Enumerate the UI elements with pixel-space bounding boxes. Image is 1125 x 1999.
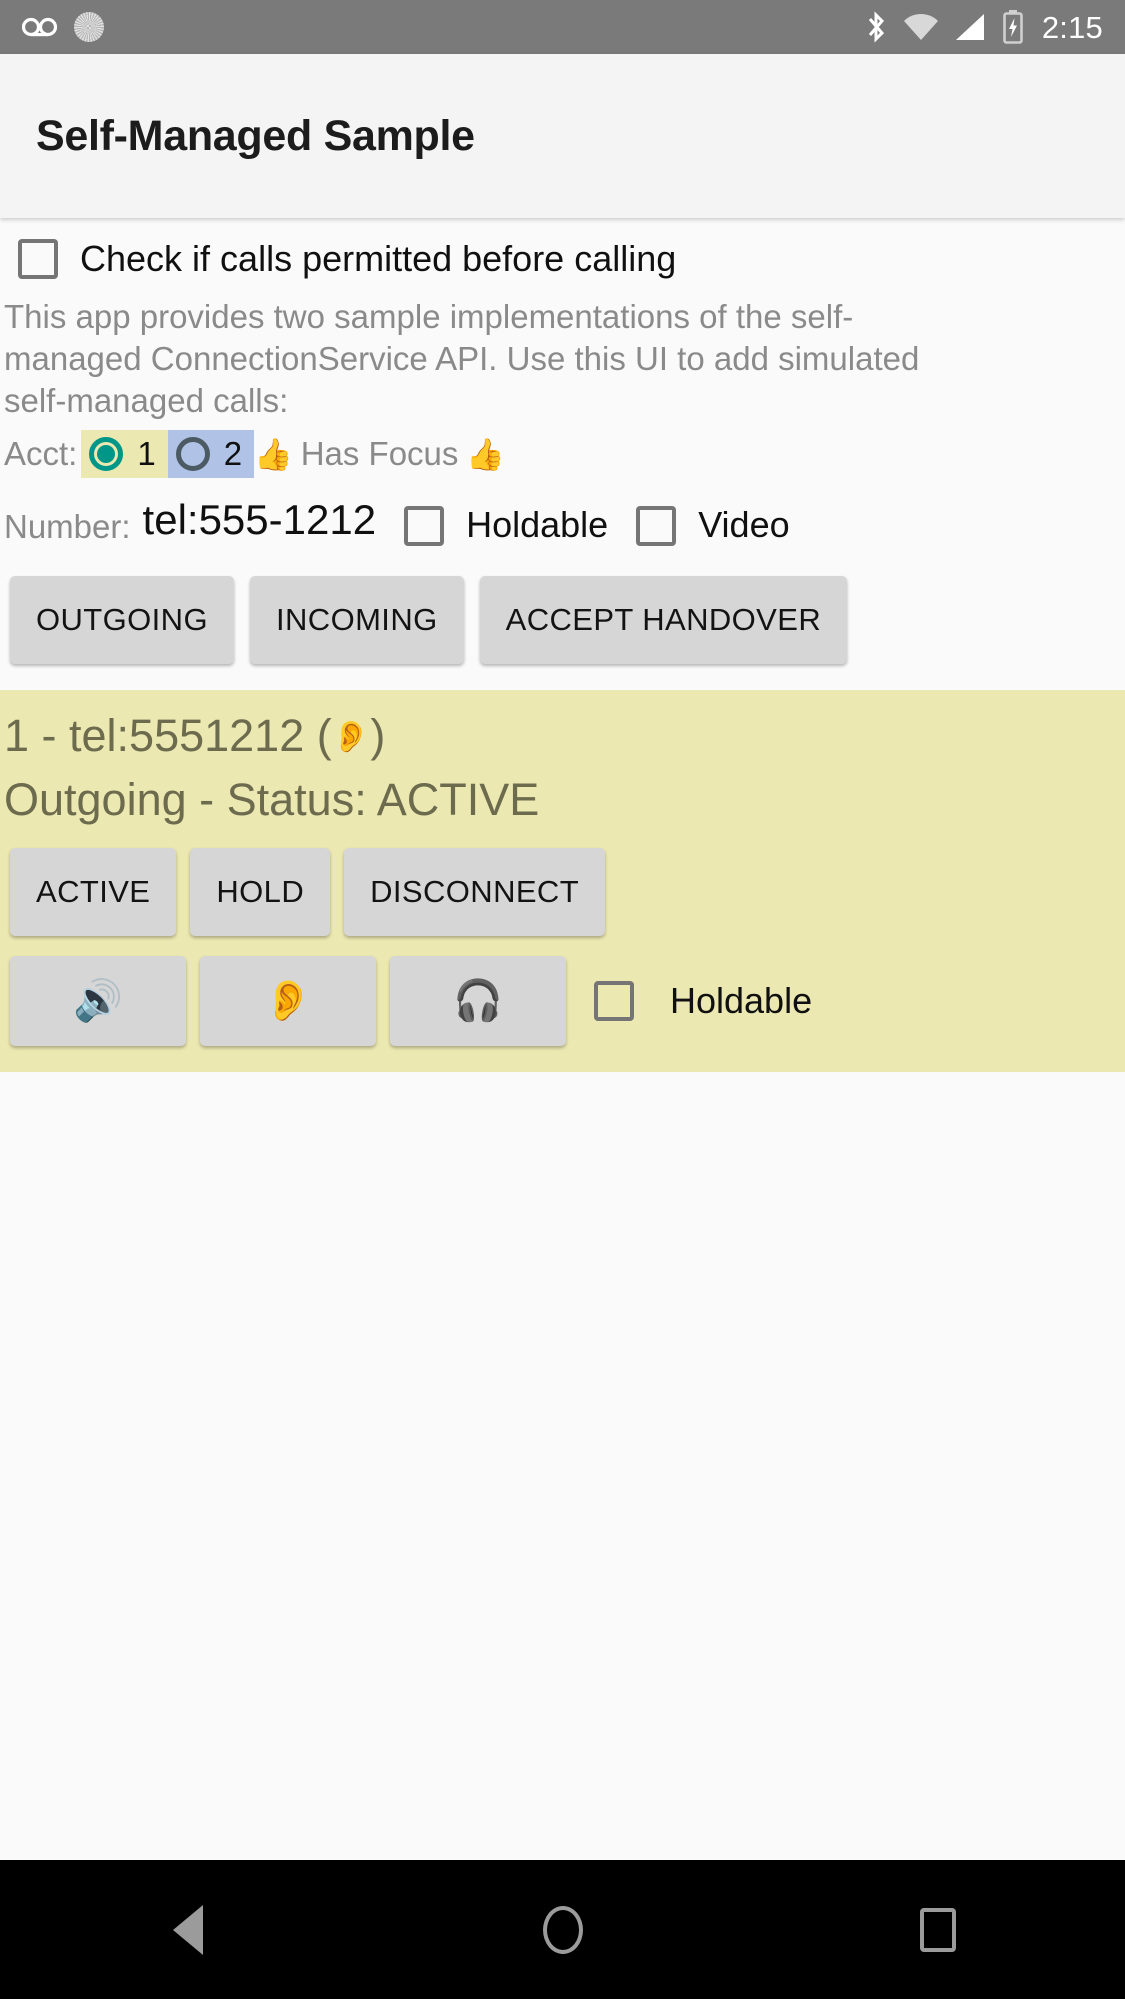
status-bar: 2:15: [0, 0, 1125, 54]
call-actions-row: OUTGOING INCOMING ACCEPT HANDOVER: [0, 546, 1125, 690]
ear-icon: 👂: [331, 718, 371, 754]
call-control-row: ACTIVE HOLD DISCONNECT: [0, 832, 1125, 936]
account-radio-1-label: 1: [137, 435, 156, 472]
account-radio-1[interactable]: 1: [81, 430, 168, 478]
call-title-prefix: 1 - tel:5551212 (: [4, 710, 332, 761]
audio-route-earpiece-button[interactable]: 👂: [200, 956, 376, 1046]
nav-recents-button[interactable]: [863, 1860, 1013, 1999]
voicemail-icon: [22, 16, 58, 38]
number-label: Number:: [4, 508, 131, 545]
action-bar: Self-Managed Sample: [0, 54, 1125, 218]
holdable-checkbox[interactable]: [404, 506, 445, 546]
call-title: 1 - tel:5551212 ( 👂 ): [0, 704, 1125, 768]
bluetooth-icon: [864, 10, 888, 44]
speaker-icon: 🔊: [73, 979, 123, 1023]
nav-back-button[interactable]: [113, 1860, 263, 1999]
audio-route-headset-button[interactable]: 🎧: [390, 956, 566, 1046]
video-label: Video: [698, 504, 790, 545]
status-bar-right-icons: 2:15: [864, 10, 1103, 44]
has-focus-label: Has Focus: [300, 435, 459, 472]
call-status: Outgoing - Status: ACTIVE: [4, 774, 540, 825]
account-label: Acct:: [4, 435, 78, 472]
home-icon: [542, 1905, 583, 1954]
signal-icon: [954, 12, 988, 42]
disconnect-button[interactable]: DISCONNECT: [344, 848, 606, 936]
radio-selected-icon: [89, 437, 124, 471]
number-input-value: tel:555-1212: [142, 496, 377, 543]
navigation-bar: [0, 1860, 1125, 1999]
audio-route-speaker-button[interactable]: 🔊: [10, 956, 186, 1046]
radio-unselected-icon: [175, 437, 210, 471]
accept-handover-button[interactable]: ACCEPT HANDOVER: [479, 576, 848, 664]
battery-charging-icon: [1002, 10, 1024, 44]
thumbs-up-icon-right: 👍: [466, 436, 506, 472]
account-radio-2-label: 2: [223, 435, 243, 472]
sync-spinner-icon: [74, 12, 104, 42]
call-title-suffix: ): [370, 710, 386, 761]
nav-home-button[interactable]: [488, 1860, 638, 1999]
account-radio-2[interactable]: 2: [167, 430, 255, 478]
check-permitted-row[interactable]: Check if calls permitted before calling: [0, 218, 1125, 290]
recents-icon: [919, 1907, 956, 1952]
back-icon: [172, 1904, 203, 1955]
android-screen: 2:15 Self-Managed Sample Check if calls …: [0, 0, 1125, 1999]
outgoing-button[interactable]: OUTGOING: [10, 576, 234, 664]
headphones-icon: 🎧: [453, 979, 503, 1023]
wifi-icon: [902, 12, 940, 42]
app-description: This app provides two sample implementat…: [4, 298, 920, 419]
check-permitted-label: Check if calls permitted before calling: [80, 238, 677, 279]
video-checkbox[interactable]: [636, 506, 677, 546]
earpiece-ear-icon: 👂: [263, 979, 313, 1023]
main-content: Check if calls permitted before calling …: [0, 218, 1125, 1860]
call-card: 1 - tel:5551212 ( 👂 ) Outgoing - Status:…: [0, 690, 1125, 1072]
audio-route-row: 🔊 👂 🎧 Holdable: [0, 936, 1125, 1046]
set-active-button[interactable]: ACTIVE: [10, 848, 177, 936]
holdable-label: Holdable: [466, 504, 609, 545]
number-row: Number: tel:555-1212 Holdable Video: [0, 478, 1125, 546]
number-input[interactable]: tel:555-1212: [143, 496, 377, 544]
call-holdable-label: Holdable: [670, 980, 813, 1021]
thumbs-up-icon-left: 👍: [254, 436, 293, 472]
set-hold-button[interactable]: HOLD: [190, 848, 331, 936]
status-bar-left-icons: [22, 12, 104, 42]
incoming-button[interactable]: INCOMING: [249, 576, 464, 664]
page-title: Self-Managed Sample: [36, 111, 475, 160]
check-permitted-checkbox[interactable]: [18, 239, 58, 279]
call-holdable-checkbox[interactable]: [594, 981, 634, 1021]
account-selector-row: Acct: 1 2 👍 Has Focus 👍: [0, 422, 1125, 478]
status-bar-clock: 2:15: [1041, 9, 1103, 45]
